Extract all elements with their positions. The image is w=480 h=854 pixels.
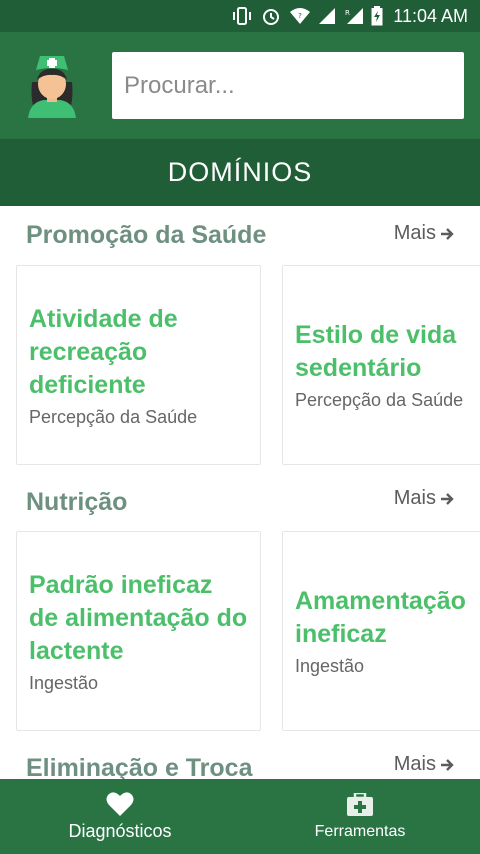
status-time: 11:04 AM <box>393 5 468 26</box>
domains-title-bar: DOMÍNIOS <box>0 139 480 206</box>
card-title: Atividade de recreação deficiente <box>29 304 178 399</box>
diagnosis-card[interactable]: Padrão ineficaz de alimentação do lacten… <box>16 531 261 731</box>
domains-title: DOMÍNIOS <box>167 157 313 187</box>
arrow-right-icon <box>441 758 454 771</box>
card-title: Amamentação ineficaz <box>295 587 466 648</box>
tab-label: Diagnósticos <box>68 821 172 841</box>
medical-kit-icon <box>347 792 373 816</box>
diagnosis-card[interactable]: Estilo de vida sedentário Percepção da S… <box>282 265 480 465</box>
more-label: Mais <box>393 487 436 509</box>
more-link[interactable]: Mais <box>394 222 454 245</box>
domain-list[interactable]: Promoção da Saúde Mais Atividade de recr… <box>0 206 480 779</box>
nurse-avatar-icon[interactable] <box>22 52 82 118</box>
tab-diagnosticos[interactable]: Diagnósticos <box>0 779 240 854</box>
card-title: Estilo de vida sedentário <box>295 321 457 382</box>
status-bar: ? R 11:04 AM <box>0 0 480 32</box>
heart-icon <box>106 792 134 816</box>
card-title: Padrão ineficaz de alimentação do lacten… <box>29 570 248 665</box>
domain-section: Nutrição Mais Padrão ineficaz de aliment… <box>0 472 480 738</box>
more-link[interactable]: Mais <box>394 487 454 510</box>
search-input[interactable]: Procurar... <box>112 52 464 119</box>
more-link[interactable]: Mais <box>394 753 454 776</box>
svg-text:?: ? <box>298 12 302 20</box>
vibrate-icon <box>233 7 252 25</box>
wifi-icon: ? <box>290 8 311 24</box>
app-header: Procurar... <box>0 32 480 139</box>
card-subtitle: Ingestão <box>29 672 99 693</box>
tab-ferramentas[interactable]: Ferramentas <box>240 779 480 854</box>
more-label: Mais <box>393 222 436 244</box>
card-subtitle: Percepção da Saúde <box>295 390 464 410</box>
section-title: Promoção da Saúde <box>26 221 267 249</box>
diagnosis-card[interactable]: Amamentação ineficaz Ingestão <box>282 531 480 731</box>
domain-section: Eliminação e Troca Mais <box>0 738 480 779</box>
diagnosis-card[interactable]: Atividade de recreação deficiente Percep… <box>16 265 261 465</box>
alarm-icon <box>263 9 280 25</box>
tab-label: Ferramentas <box>314 822 406 840</box>
status-icons: ? R <box>231 6 383 26</box>
roaming-signal-icon: R <box>345 8 364 24</box>
domain-section: Promoção da Saúde Mais Atividade de recr… <box>0 206 480 472</box>
svg-text:R: R <box>345 9 350 17</box>
arrow-right-icon <box>441 227 454 240</box>
section-title: Eliminação e Troca <box>26 754 253 779</box>
more-label: Mais <box>393 753 436 775</box>
search-placeholder: Procurar... <box>124 71 235 99</box>
signal-icon <box>319 8 336 24</box>
arrow-right-icon <box>441 492 454 505</box>
battery-charging-icon <box>371 6 383 26</box>
section-title: Nutrição <box>26 488 128 516</box>
card-subtitle: Percepção da Saúde <box>29 406 198 427</box>
bottom-nav: Diagnósticos Ferramentas <box>0 779 480 854</box>
card-subtitle: Ingestão <box>295 656 365 676</box>
